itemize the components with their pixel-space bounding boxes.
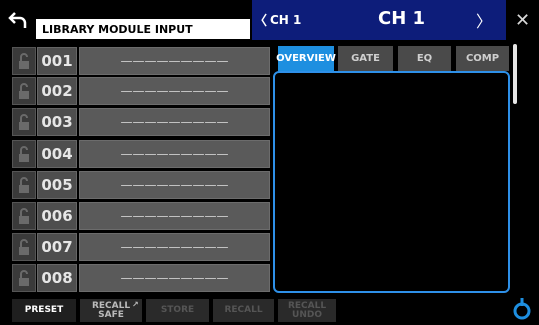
- back-button[interactable]: [0, 0, 36, 40]
- library-row-number[interactable]: 008: [37, 264, 77, 292]
- library-row-name[interactable]: —————————: [79, 140, 270, 168]
- library-row-number[interactable]: 004: [37, 140, 77, 168]
- next-channel-button[interactable]: 〉: [476, 8, 492, 32]
- knob-icon: [512, 297, 532, 321]
- row-lock-button[interactable]: [12, 171, 36, 199]
- unlock-icon: [19, 270, 29, 286]
- row-lock-button[interactable]: [12, 233, 36, 261]
- close-button[interactable]: ✕: [506, 0, 539, 40]
- library-row-name[interactable]: —————————: [79, 47, 270, 75]
- row-lock-button[interactable]: [12, 108, 36, 136]
- row-lock-button[interactable]: [12, 202, 36, 230]
- recall-button[interactable]: RECALL: [213, 299, 274, 322]
- unlock-icon: [19, 146, 29, 162]
- library-row-number[interactable]: 001: [37, 47, 77, 75]
- popup-icon: ↗: [132, 300, 139, 309]
- preset-button[interactable]: PRESET: [12, 299, 76, 322]
- library-row-name[interactable]: —————————: [79, 77, 270, 105]
- recall-safe-button[interactable]: RECALL SAFE ↗: [80, 299, 142, 322]
- unlock-icon: [19, 177, 29, 193]
- library-row-number[interactable]: 007: [37, 233, 77, 261]
- library-row-name[interactable]: —————————: [79, 264, 270, 292]
- library-row-name[interactable]: —————————: [79, 108, 270, 136]
- library-row-number[interactable]: 006: [37, 202, 77, 230]
- library-row-name[interactable]: —————————: [79, 171, 270, 199]
- unlock-icon: [19, 83, 29, 99]
- tab-overview[interactable]: OVERVIEW: [276, 46, 336, 71]
- channel-label-small: CH 1: [270, 13, 302, 27]
- row-lock-button[interactable]: [12, 264, 36, 292]
- recall-undo-label-2: UNDO: [292, 309, 322, 320]
- row-lock-button[interactable]: [12, 47, 36, 75]
- scrollbar[interactable]: [513, 44, 517, 104]
- channel-name: CH 1: [378, 8, 426, 29]
- overview-panel: [273, 71, 510, 293]
- unlock-icon: [19, 53, 29, 69]
- unlock-icon: [19, 114, 29, 130]
- prev-channel-button[interactable]: 〈: [254, 10, 267, 29]
- library-row-name[interactable]: —————————: [79, 202, 270, 230]
- tab-eq[interactable]: EQ: [398, 46, 451, 71]
- tab-gate[interactable]: GATE: [338, 46, 393, 71]
- unlock-icon: [19, 208, 29, 224]
- library-row-name[interactable]: —————————: [79, 233, 270, 261]
- page-title: LIBRARY MODULE INPUT: [36, 19, 250, 39]
- library-row-number[interactable]: 002: [37, 77, 77, 105]
- unlock-icon: [19, 239, 29, 255]
- tab-comp[interactable]: COMP: [456, 46, 509, 71]
- recall-undo-button[interactable]: RECALL UNDO: [278, 299, 336, 322]
- row-lock-button[interactable]: [12, 77, 36, 105]
- recall-safe-label-2: SAFE: [98, 309, 124, 320]
- library-row-number[interactable]: 003: [37, 108, 77, 136]
- row-lock-button[interactable]: [12, 140, 36, 168]
- library-row-number[interactable]: 005: [37, 171, 77, 199]
- back-arrow-icon: [8, 12, 27, 28]
- store-button[interactable]: STORE: [146, 299, 209, 322]
